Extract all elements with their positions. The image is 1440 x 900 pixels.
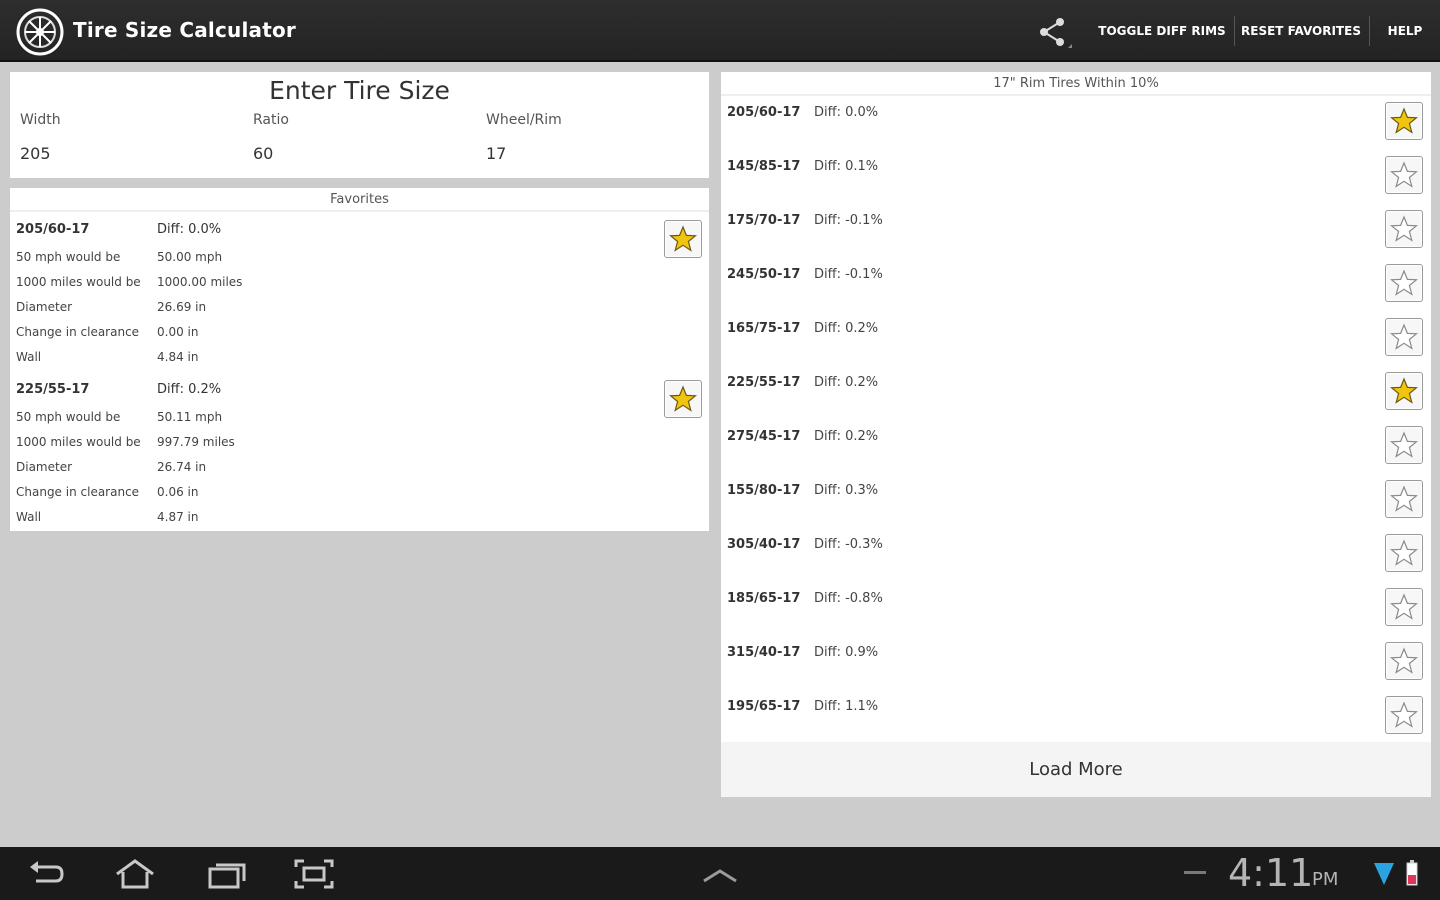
detail-value: 50.00 mph [157, 250, 223, 264]
rim-tire-item[interactable]: 165/75-17 Diff: 0.2% [721, 288, 1431, 356]
width-label: Width [20, 112, 61, 128]
favorite-diff: Diff: 0.0% [157, 222, 222, 237]
system-nav-bar: 4:11 PM [0, 847, 1440, 900]
rim-tire-diff: Diff: 1.1% [814, 699, 879, 714]
ratio-input[interactable]: 60 [253, 144, 273, 163]
detail-value: 26.69 in [157, 300, 207, 314]
rim-tire-item[interactable]: 155/80-17 Diff: 0.3% [721, 450, 1431, 518]
detail-label: Diameter [16, 300, 73, 314]
favorite-size: 205/60-17 [16, 222, 90, 237]
rim-tire-diff: Diff: -0.1% [814, 267, 883, 282]
rim-tire-diff: Diff: 0.2% [814, 321, 879, 336]
favorite-diff: Diff: 0.2% [157, 382, 222, 397]
rim-tire-diff: Diff: 0.9% [814, 645, 879, 660]
rim-tires-panel: 17" Rim Tires Within 10% 205/60-17 Diff: … [721, 72, 1431, 797]
battery-icon [1406, 860, 1418, 886]
clock-ampm: PM [1312, 869, 1339, 890]
rim-tire-diff: Diff: 0.3% [814, 483, 879, 498]
wheel-rim-input[interactable]: 17 [486, 144, 506, 163]
rim-tire-diff: Diff: 0.1% [814, 159, 879, 174]
favorite-size: 225/55-17 [16, 382, 90, 397]
detail-value: 0.00 in [157, 325, 199, 339]
rim-tire-diff: Diff: -0.1% [814, 213, 883, 228]
load-more-button[interactable]: Load More [721, 742, 1431, 797]
rim-tire-item[interactable]: 175/70-17 Diff: -0.1% [721, 180, 1431, 248]
favorites-panel: Favorites 205/60-17 Diff: 0.0% 50 mph woul… [10, 188, 709, 531]
clock-time[interactable]: 4:11 [1228, 851, 1313, 895]
rim-tire-size: 145/85-17 [727, 159, 801, 174]
width-input[interactable]: 205 [20, 144, 51, 163]
favorite-item: 225/55-17 Diff: 0.2% 50 mph would be 50.11 … [10, 378, 709, 538]
detail-label: 50 mph would be [16, 410, 121, 424]
back-icon[interactable] [24, 857, 68, 891]
rim-tire-size: 175/70-17 [727, 213, 801, 228]
favorites-header: Favorites [10, 188, 709, 212]
notification-dash [1184, 871, 1206, 874]
rim-tire-item[interactable]: 315/40-17 Diff: 0.9% [721, 612, 1431, 680]
favorite-item: 205/60-17 Diff: 0.0% 50 mph would be 50.00 … [10, 218, 709, 378]
wheel-rim-label: Wheel/Rim [486, 112, 562, 128]
detail-value: 1000.00 miles [157, 275, 243, 289]
detail-label: Change in clearance [16, 485, 140, 499]
rim-tire-item[interactable]: 245/50-17 Diff: -0.1% [721, 234, 1431, 302]
wifi-icon [1374, 863, 1394, 885]
detail-value: 26.74 in [157, 460, 207, 474]
favorite-toggle-button[interactable] [1385, 696, 1423, 734]
rim-tire-diff: Diff: 0.0% [814, 105, 879, 120]
rim-tire-item[interactable]: 195/65-17 Diff: 1.1% [721, 666, 1431, 734]
rim-tire-size: 305/40-17 [727, 537, 801, 552]
rim-tire-size: 315/40-17 [727, 645, 801, 660]
home-icon[interactable] [113, 857, 157, 891]
detail-label: 50 mph would be [16, 250, 121, 264]
rim-tire-diff: Diff: 0.2% [814, 429, 879, 444]
rim-tire-item[interactable]: 185/65-17 Diff: -0.8% [721, 558, 1431, 626]
detail-label: Diameter [16, 460, 73, 474]
favorite-star-button[interactable] [664, 220, 702, 258]
share-icon[interactable] [1030, 12, 1074, 52]
recent-apps-icon[interactable] [204, 857, 248, 891]
rim-tire-diff: Diff: 0.2% [814, 375, 879, 390]
detail-label: Change in clearance [16, 325, 140, 339]
screenshot-icon[interactable] [292, 857, 336, 891]
detail-value: 4.87 in [157, 510, 199, 524]
reset-favorites-button[interactable]: RESET FAVORITES [1236, 0, 1366, 62]
rim-tire-item[interactable]: 145/85-17 Diff: 0.1% [721, 126, 1431, 194]
rim-tire-size: 155/80-17 [727, 483, 801, 498]
rim-tire-diff: Diff: -0.8% [814, 591, 883, 606]
app-logo-icon[interactable] [16, 8, 64, 56]
rim-tire-size: 245/50-17 [727, 267, 801, 282]
help-button[interactable]: HELP [1372, 0, 1438, 62]
rim-tire-item[interactable]: 205/60-17 Diff: 0.0% [721, 72, 1431, 140]
app-title: Tire Size Calculator [73, 18, 296, 42]
detail-value: 0.06 in [157, 485, 199, 499]
rim-tire-size: 195/65-17 [727, 699, 801, 714]
rim-tire-diff: Diff: -0.3% [814, 537, 883, 552]
divider [1234, 16, 1235, 46]
rim-tire-size: 165/75-17 [727, 321, 801, 336]
detail-label: 1000 miles would be [16, 275, 141, 289]
action-bar: Tire Size Calculator TOGGLE DIFF RIMS RE… [0, 0, 1440, 62]
rim-tire-size: 205/60-17 [727, 105, 801, 120]
favorite-star-button[interactable] [664, 380, 702, 418]
detail-label: 1000 miles would be [16, 435, 141, 449]
rim-tire-size: 185/65-17 [727, 591, 801, 606]
toggle-diff-rims-button[interactable]: TOGGLE DIFF RIMS [1092, 0, 1232, 62]
rim-tire-size: 225/55-17 [727, 375, 801, 390]
detail-label: Wall [16, 510, 42, 524]
divider [1369, 16, 1370, 46]
rim-tire-size: 275/45-17 [727, 429, 801, 444]
detail-value: 4.84 in [157, 350, 199, 364]
detail-value: 997.79 miles [157, 435, 235, 449]
chevron-up-icon[interactable] [698, 857, 742, 891]
ratio-label: Ratio [253, 112, 289, 128]
detail-label: Wall [16, 350, 42, 364]
enter-tire-size-panel: Enter Tire Size Width 205 Ratio 60 Wheel… [10, 72, 709, 178]
enter-tire-size-title: Enter Tire Size [269, 76, 450, 105]
rim-tire-item[interactable]: 225/55-17 Diff: 0.2% [721, 342, 1431, 410]
detail-value: 50.11 mph [157, 410, 223, 424]
rim-tire-item[interactable]: 275/45-17 Diff: 0.2% [721, 396, 1431, 464]
rim-tire-item[interactable]: 305/40-17 Diff: -0.3% [721, 504, 1431, 572]
